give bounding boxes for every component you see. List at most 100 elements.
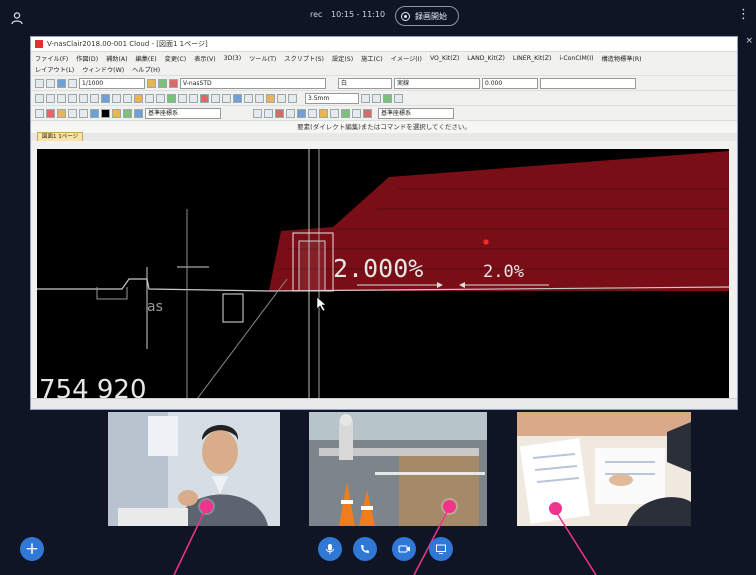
extra-select[interactable] (540, 77, 636, 89)
grid-icon[interactable] (244, 93, 253, 103)
view-side-icon[interactable] (372, 93, 381, 103)
style-icon[interactable] (123, 108, 132, 118)
template-select[interactable]: V-nasSTD (180, 77, 326, 89)
zoom-in-icon[interactable] (57, 93, 66, 103)
cad-menu-item[interactable]: スクリプト(S) (284, 54, 324, 63)
tab-page-1[interactable]: 図面1 1ページ (37, 132, 84, 141)
snap-grid-icon[interactable] (319, 108, 328, 118)
select-icon[interactable] (35, 108, 44, 118)
arc-tool-icon[interactable] (145, 93, 154, 103)
group-icon[interactable] (288, 93, 297, 103)
polyline-tool-icon[interactable] (167, 93, 176, 103)
cad-menu-item[interactable]: 作図(D) (76, 54, 98, 63)
dimension-tool-icon[interactable] (200, 93, 209, 103)
text-tool-icon[interactable] (211, 93, 220, 103)
offset-tool-icon[interactable] (178, 93, 187, 103)
drawing-canvas[interactable]: 2.000% 2.0% as 754 920 (37, 149, 729, 399)
measure-area-icon[interactable] (363, 108, 372, 118)
coord-system-select-2[interactable]: 基準座標系 (378, 107, 454, 119)
render-icon[interactable] (394, 93, 403, 103)
snap-icon[interactable] (233, 93, 242, 103)
cad-menu-item[interactable]: ファイル(F) (35, 54, 68, 63)
cad-menu-item[interactable]: ウィンドウ(W) (82, 65, 124, 74)
snap-near-icon[interactable] (308, 108, 317, 118)
lineweight-select[interactable]: 0.000 (482, 77, 538, 89)
zoom-all-icon[interactable] (90, 93, 99, 103)
cad-menu-item[interactable]: VO_Kit(Z) (430, 55, 459, 62)
pan-icon[interactable] (101, 93, 110, 103)
cad-menu-item[interactable]: 構造物標準(R) (602, 54, 642, 63)
ortho-icon[interactable] (330, 108, 339, 118)
undo-icon[interactable] (112, 93, 121, 103)
add-button[interactable]: + (20, 537, 44, 561)
cad-menu-item[interactable]: 変更(C) (165, 54, 187, 63)
screen-share-button[interactable] (429, 537, 453, 561)
cad-menu-item[interactable]: i-ConCIM(I) (559, 55, 593, 62)
circle-tool-icon[interactable] (156, 93, 165, 103)
array-icon[interactable] (90, 108, 99, 118)
phone-button[interactable] (353, 537, 377, 561)
cad-menu-item[interactable]: 表示(V) (194, 54, 215, 63)
cad-menu-item[interactable]: LINER_Kit(Z) (513, 55, 551, 62)
cad-menu-item[interactable]: 編集(E) (136, 54, 157, 63)
copy-icon[interactable] (46, 93, 55, 103)
cad-menu-item[interactable]: ツール(T) (249, 54, 276, 63)
property-icon[interactable] (277, 93, 286, 103)
user-icon[interactable] (10, 10, 24, 25)
horizontal-scrollbar[interactable] (31, 398, 737, 409)
recording-button[interactable]: 録画開始 (395, 6, 459, 26)
color-swatch-icon[interactable] (101, 108, 110, 118)
cad-menu-item[interactable]: 補助(A) (106, 54, 127, 63)
polar-icon[interactable] (341, 108, 350, 118)
snap-center-icon[interactable] (275, 108, 284, 118)
pin-icon[interactable] (169, 78, 178, 88)
hatch-tool-icon[interactable] (222, 93, 231, 103)
camera-button[interactable] (392, 537, 416, 561)
cad-menu-item[interactable]: ヘルプ(H) (132, 65, 160, 74)
cad-menu-item[interactable]: 3D(3) (224, 55, 241, 62)
layer-color-select[interactable]: 白 (338, 77, 392, 89)
cad-menu-item[interactable]: 設定(S) (332, 54, 353, 63)
pen-size-select[interactable]: 3.5mm (305, 92, 359, 104)
layout-icon[interactable] (134, 108, 143, 118)
open-file-icon[interactable] (46, 78, 55, 88)
snap-end-icon[interactable] (253, 108, 262, 118)
participant-video-1[interactable] (108, 412, 280, 526)
participant-video-2[interactable] (309, 412, 487, 526)
zoom-window-icon[interactable] (79, 93, 88, 103)
zoom-icon[interactable] (147, 78, 156, 88)
coord-system-select[interactable]: 基準座標系 (145, 107, 221, 119)
linetype-select[interactable]: 実線 (394, 77, 480, 89)
measure-icon[interactable] (255, 93, 264, 103)
cad-menu-item[interactable]: イメージ(I) (391, 54, 422, 63)
line-tool-icon[interactable] (134, 93, 143, 103)
print-icon[interactable] (68, 78, 77, 88)
more-menu-icon[interactable]: ⋮ (737, 8, 750, 21)
move-icon[interactable] (46, 108, 55, 118)
cad-menu-item[interactable]: 施工(C) (361, 54, 383, 63)
cad-menu-item[interactable]: LAND_Kit(Z) (467, 55, 505, 62)
new-file-icon[interactable] (35, 78, 44, 88)
track-icon[interactable] (352, 108, 361, 118)
layer-manager-icon[interactable] (266, 93, 275, 103)
scale-icon[interactable] (68, 108, 77, 118)
save-icon[interactable] (57, 78, 66, 88)
cut-icon[interactable] (35, 93, 44, 103)
cad-menu-item[interactable]: レイアウト(L) (35, 65, 74, 74)
mirror-icon[interactable] (79, 108, 88, 118)
rotate-icon[interactable] (57, 108, 66, 118)
view-front-icon[interactable] (361, 93, 370, 103)
redo-icon[interactable] (123, 93, 132, 103)
scale-select[interactable]: 1/1000 (79, 77, 145, 89)
trim-tool-icon[interactable] (189, 93, 198, 103)
microphone-button[interactable] (318, 537, 342, 561)
snap-int-icon[interactable] (286, 108, 295, 118)
view-3d-icon[interactable] (383, 93, 392, 103)
zoom-out-icon[interactable] (68, 93, 77, 103)
close-side-icon[interactable]: × (745, 36, 753, 46)
layer-icon[interactable] (158, 78, 167, 88)
snap-mid-icon[interactable] (264, 108, 273, 118)
participant-video-3[interactable] (517, 412, 691, 526)
fill-icon[interactable] (112, 108, 121, 118)
snap-perp-icon[interactable] (297, 108, 306, 118)
